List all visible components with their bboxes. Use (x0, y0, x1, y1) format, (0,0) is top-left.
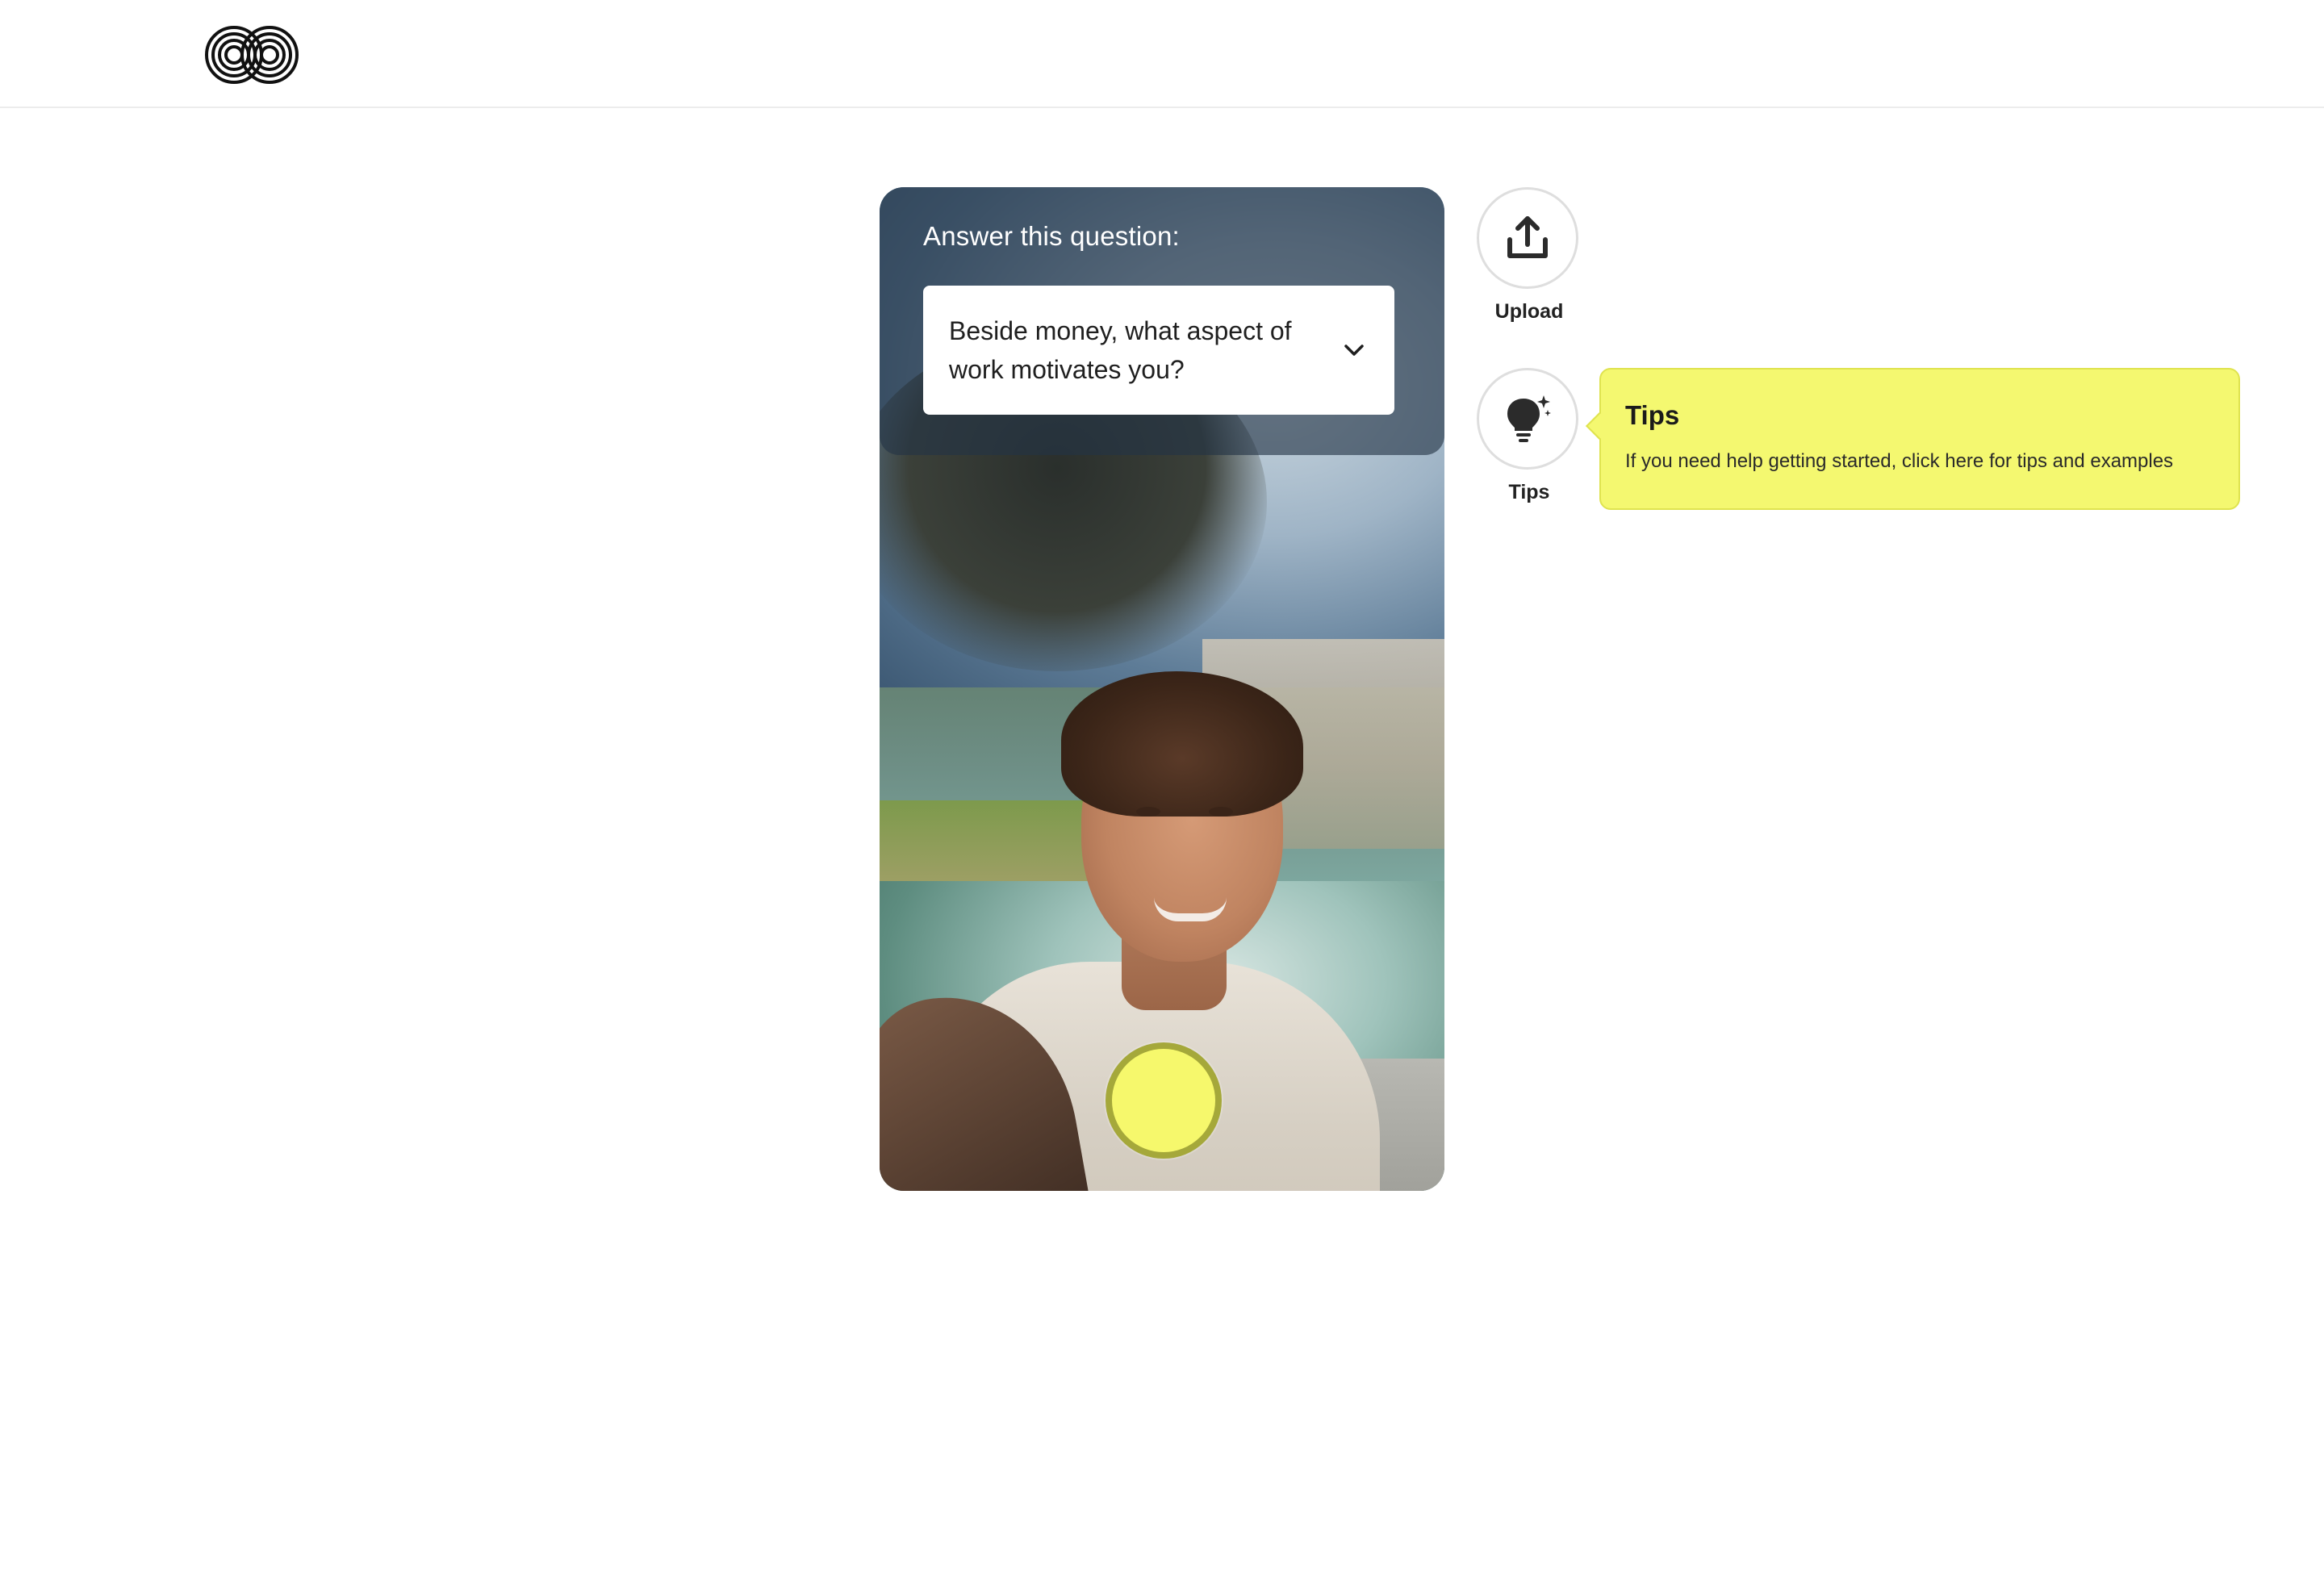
lightbulb-icon (1507, 395, 1551, 442)
question-overlay: Answer this question: Beside money, what… (880, 187, 1444, 455)
tips-label: Tips (1508, 481, 1550, 503)
upload-label: Upload (1494, 300, 1564, 323)
upload-button[interactable] (1477, 187, 1578, 289)
tooltip-arrow (1586, 412, 1613, 440)
question-text: Beside money, what aspect of work motiva… (949, 316, 1292, 384)
top-bar (0, 0, 2324, 108)
brand-logo[interactable] (203, 24, 300, 86)
chevron-down-icon (1344, 345, 1364, 356)
question-dropdown[interactable]: Beside money, what aspect of work motiva… (923, 286, 1394, 415)
tips-tooltip[interactable]: Tips If you need help getting started, c… (1586, 368, 2240, 510)
upload-icon (1507, 216, 1548, 258)
person-eye (1209, 807, 1233, 817)
tooltip-body: If you need help getting started, click … (1625, 450, 2174, 472)
video-recorder: Answer this question: Beside money, what… (880, 187, 1444, 1191)
tips-button[interactable] (1477, 368, 1578, 470)
person-eye (1136, 807, 1160, 817)
prompt-label: Answer this question: (923, 221, 1180, 251)
record-button[interactable] (1106, 1042, 1222, 1159)
tooltip-title: Tips (1625, 400, 1680, 430)
